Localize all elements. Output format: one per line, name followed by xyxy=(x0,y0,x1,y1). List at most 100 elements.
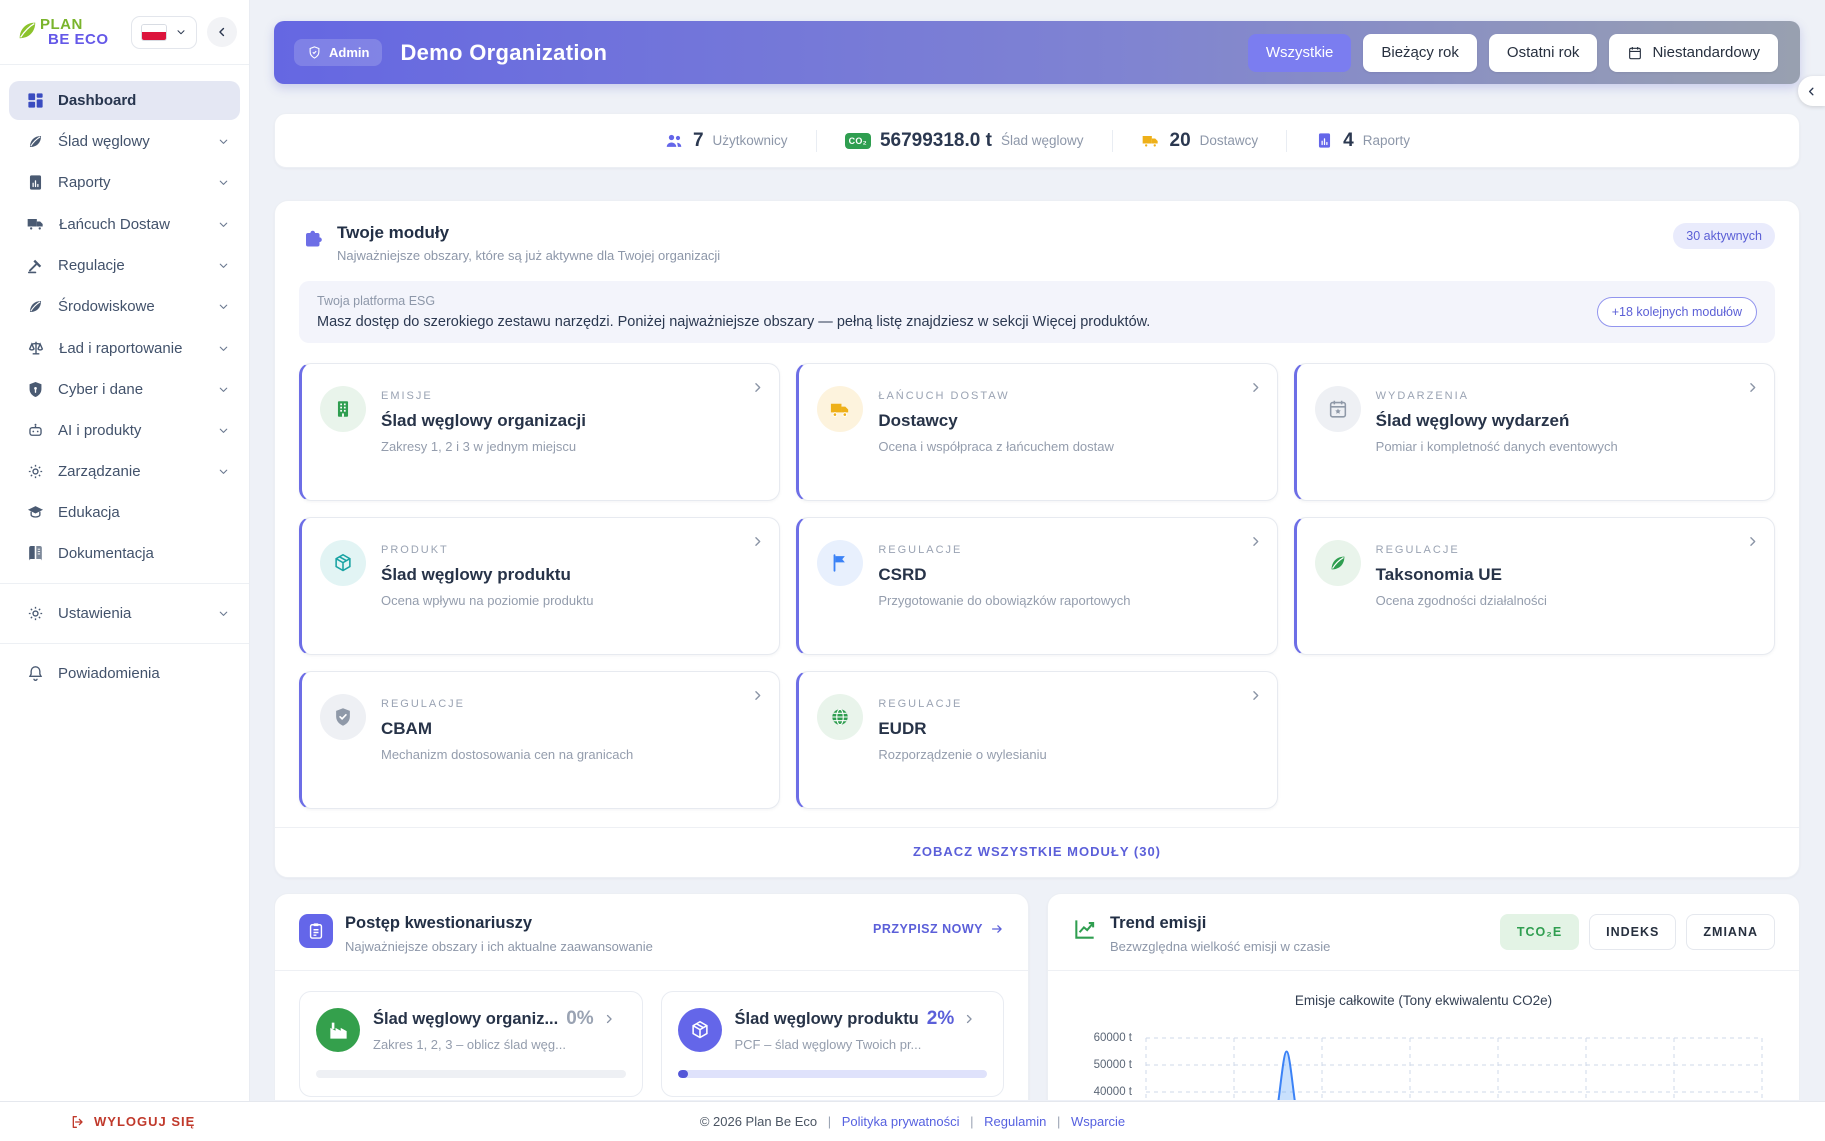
chevron-left-icon xyxy=(215,25,229,39)
sidebar-collapse-button[interactable] xyxy=(207,17,237,47)
sidebar-item-label: Ustawienia xyxy=(58,605,131,622)
stat-label: Dostawcy xyxy=(1200,133,1259,148)
module-card-taksonomia[interactable]: REGULACJE Taksonomia UE Ocena zgodności … xyxy=(1294,517,1775,655)
building-icon xyxy=(332,398,354,420)
chevron-down-icon xyxy=(217,607,230,620)
module-title: CBAM xyxy=(381,719,633,739)
sidebar-item-ustawienia[interactable]: Ustawienia xyxy=(9,594,240,633)
module-card-csrd[interactable]: REGULACJE CSRD Przygotowanie do obowiązk… xyxy=(796,517,1277,655)
banner-text: Masz dostęp do szerokiego zestawu narzęd… xyxy=(317,314,1150,330)
sidebar-item-raporty[interactable]: Raporty xyxy=(9,163,240,202)
progress-bar xyxy=(316,1070,626,1078)
see-all-modules-link[interactable]: ZOBACZ WSZYSTKIE MODUŁY (30) xyxy=(913,844,1161,859)
logo-leaf-icon xyxy=(16,17,38,43)
sidebar-item-lad-i-raportowanie[interactable]: Ład i raportowanie xyxy=(9,328,240,368)
sidebar-item-ai-i-produkty[interactable]: AI i produkty xyxy=(9,411,240,450)
active-modules-badge: 30 aktywnych xyxy=(1673,223,1775,249)
filter-wszystkie-button[interactable]: Wszystkie xyxy=(1248,34,1352,72)
book-icon xyxy=(26,544,45,563)
module-category: EMISJE xyxy=(381,390,586,402)
module-category: REGULACJE xyxy=(1376,544,1547,556)
sidebar-item-dashboard[interactable]: Dashboard xyxy=(9,81,240,120)
sidebar-item-slad-weglowy[interactable]: Ślad węglowy xyxy=(9,122,240,161)
questionnaires-subtitle: Najważniejsze obszary i ich aktualne zaa… xyxy=(345,939,653,954)
module-card-eudr[interactable]: REGULACJE EUDR Rozporządzenie o wylesian… xyxy=(796,671,1277,809)
sidebar-item-regulacje[interactable]: Regulacje xyxy=(9,246,240,285)
module-card-cbam[interactable]: REGULACJE CBAM Mechanizm dostosowania ce… xyxy=(299,671,780,809)
sidebar-item-label: Dashboard xyxy=(58,92,136,109)
module-title: Taksonomia UE xyxy=(1376,565,1547,585)
privacy-policy-link[interactable]: Polityka prywatności xyxy=(842,1114,960,1129)
gear-icon xyxy=(26,462,45,481)
chevron-down-icon xyxy=(217,342,230,355)
module-card-dostawcy[interactable]: ŁAŃCUCH DOSTAW Dostawcy Ocena i współpra… xyxy=(796,363,1277,501)
sidebar-item-dokumentacja[interactable]: Dokumentacja xyxy=(9,534,240,573)
questionnaire-percent: 0% xyxy=(566,1008,593,1030)
module-title: Ślad węglowy wydarzeń xyxy=(1376,411,1618,431)
factory-icon xyxy=(327,1019,350,1042)
shield-check-icon xyxy=(332,706,354,728)
sidebar-item-label: Ład i raportowanie xyxy=(59,340,182,357)
trend-tab-zmiana[interactable]: ZMIANA xyxy=(1686,914,1775,950)
chevron-down-icon xyxy=(217,465,230,478)
stat-label: Raporty xyxy=(1363,133,1410,148)
terms-link[interactable]: Regulamin xyxy=(984,1114,1046,1129)
panel-collapse-button[interactable] xyxy=(1798,76,1825,106)
support-link[interactable]: Wsparcie xyxy=(1071,1114,1125,1129)
sidebar-item-label: Raporty xyxy=(58,174,111,191)
chevron-right-icon xyxy=(1248,380,1263,395)
sidebar-item-label: Cyber i dane xyxy=(58,381,143,398)
chevron-right-icon xyxy=(750,534,765,549)
trend-tab-indeks[interactable]: INDEKS xyxy=(1589,914,1676,950)
chevron-down-icon xyxy=(217,176,230,189)
questionnaire-title: Ślad węglowy produktu xyxy=(735,1010,919,1029)
chart-line-icon xyxy=(1072,916,1098,942)
leaf-icon xyxy=(26,132,45,151)
sidebar-item-edukacja[interactable]: Edukacja xyxy=(9,493,240,532)
filter-niestandardowy-button[interactable]: Niestandardowy xyxy=(1609,34,1778,72)
chevron-left-icon xyxy=(1805,85,1818,98)
module-category: PRODUKT xyxy=(381,544,593,556)
chevron-down-icon xyxy=(217,259,230,272)
poland-flag-icon xyxy=(141,24,167,41)
app-logo[interactable]: PLAN BE ECO xyxy=(16,17,121,47)
puzzle-icon xyxy=(301,226,325,250)
sidebar-item-srodowiskowe[interactable]: Środowiskowe xyxy=(9,287,240,326)
stat-carbon: CO₂ 56799318.0 t Ślad węglowy xyxy=(816,130,1112,152)
truck-icon xyxy=(26,214,46,234)
filter-biezacy-rok-button[interactable]: Bieżący rok xyxy=(1363,34,1477,72)
language-selector[interactable] xyxy=(131,16,197,49)
module-card-emisje[interactable]: EMISJE Ślad węglowy organizacji Zakresy … xyxy=(299,363,780,501)
chevron-right-icon xyxy=(602,1012,616,1026)
questionnaire-card-product[interactable]: Ślad węglowy produktu 2% PCF – ślad węgl… xyxy=(661,991,1005,1097)
questionnaire-card-organization[interactable]: Ślad węglowy organiz... 0% Zakres 1, 2, … xyxy=(299,991,643,1097)
module-card-produkt[interactable]: PRODUKT Ślad węglowy produktu Ocena wpły… xyxy=(299,517,780,655)
module-card-wydarzenia[interactable]: WYDARZENIA Ślad węglowy wydarzeń Pomiar … xyxy=(1294,363,1775,501)
sidebar-item-label: Środowiskowe xyxy=(58,298,155,315)
questionnaire-percent: 2% xyxy=(927,1008,954,1030)
sidebar-item-lancuch-dostaw[interactable]: Łańcuch Dostaw xyxy=(9,204,240,244)
organization-header: Admin Demo Organization Wszystkie Bieżąc… xyxy=(274,21,1800,84)
report-icon xyxy=(1315,131,1334,150)
flag-icon xyxy=(829,552,851,574)
stat-value: 20 xyxy=(1170,130,1191,152)
main-content: Admin Demo Organization Wszystkie Bieżąc… xyxy=(250,0,1825,1101)
module-title: CSRD xyxy=(878,565,1130,585)
module-subtitle: Mechanizm dostosowania cen na granicach xyxy=(381,747,633,762)
sidebar-item-cyber-i-dane[interactable]: Cyber i dane xyxy=(9,370,240,409)
co2-icon: CO₂ xyxy=(845,133,871,149)
more-modules-badge[interactable]: +18 kolejnych modułów xyxy=(1597,297,1757,327)
robot-icon xyxy=(26,421,45,440)
trend-tab-tco2e[interactable]: TCO₂E xyxy=(1500,914,1579,950)
sidebar-item-zarzadzanie[interactable]: Zarządzanie xyxy=(9,452,240,491)
y-tick: 60000 t xyxy=(1094,1032,1132,1044)
bell-icon xyxy=(26,664,45,683)
chevron-down-icon xyxy=(217,135,230,148)
footer-center: © 2026 Plan Be Eco | Polityka prywatnośc… xyxy=(0,1114,1825,1129)
sidebar-item-powiadomienia[interactable]: Powiadomienia xyxy=(9,654,240,693)
sidebar-item-label: Zarządzanie xyxy=(58,463,141,480)
filter-ostatni-rok-button[interactable]: Ostatni rok xyxy=(1489,34,1598,72)
admin-badge-label: Admin xyxy=(329,45,369,60)
assign-new-label: PRZYPISZ NOWY xyxy=(873,922,983,936)
assign-new-link[interactable]: PRZYPISZ NOWY xyxy=(873,922,1004,936)
